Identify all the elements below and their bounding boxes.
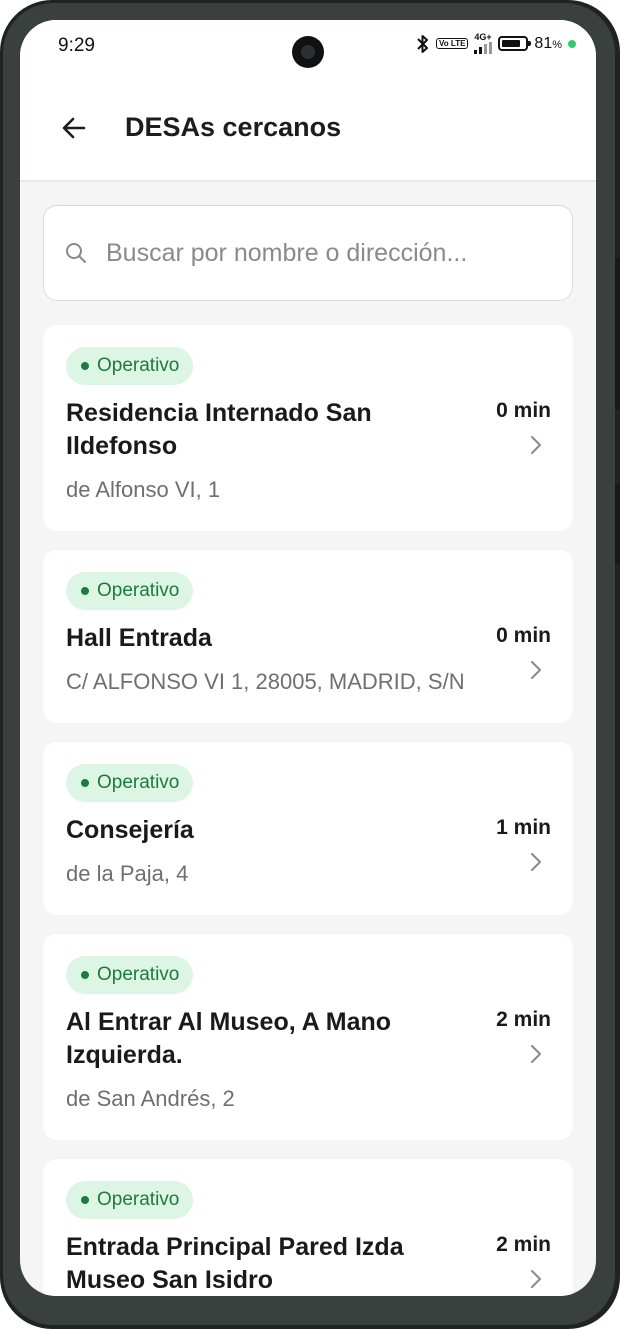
screen: 9:29 Vo LTE 4G+ 81% DESAs cercanos Busca… [20, 20, 596, 1296]
desa-card[interactable]: Operativo Entrada Principal Pared Izda Mu… [43, 1159, 573, 1296]
desa-name: Residencia Internado San Ildefonso [66, 399, 372, 460]
power-button [615, 484, 620, 564]
desa-address: de San Andrés, 2 [66, 1086, 235, 1111]
chevron-right-icon [531, 436, 541, 454]
app-bar: DESAs cercanos [20, 82, 596, 182]
battery-icon [498, 36, 532, 51]
battery-level [502, 40, 521, 47]
status-badge: Operativo [66, 1181, 194, 1219]
volume-button [615, 258, 620, 410]
volte-badge: Vo LTE [436, 38, 469, 49]
desa-card[interactable]: Operativo Consejería de la Paja, 4 1 min [43, 742, 573, 915]
back-arrow-icon[interactable] [58, 112, 90, 144]
phone-frame: 9:29 Vo LTE 4G+ 81% DESAs cercanos Busca… [0, 0, 620, 1329]
desa-card[interactable]: Operativo Hall Entrada C/ ALFONSO VI 1, 28… [43, 550, 573, 723]
walk-time: 2 min [496, 1233, 551, 1256]
search-box[interactable] [43, 205, 573, 301]
desa-name: Entrada Principal Pared Izda Museo San I… [66, 1233, 404, 1294]
chevron-right-icon [531, 1270, 541, 1288]
search-input[interactable] [104, 228, 554, 278]
status-dot [81, 971, 89, 979]
status-badge: Operativo [66, 572, 194, 610]
status-bar: 9:29 Vo LTE 4G+ 81% [20, 20, 596, 82]
status-icons: Vo LTE 4G+ 81% [416, 33, 576, 54]
desa-name: Consejería [66, 816, 194, 844]
status-label: Operativo [97, 1189, 180, 1210]
status-time: 9:29 [58, 35, 95, 56]
status-label: Operativo [97, 580, 180, 601]
desa-address: de la Paja, 4 [66, 861, 189, 886]
status-badge: Operativo [66, 764, 194, 802]
status-badge: Operativo [66, 956, 194, 994]
status-dot [81, 587, 89, 595]
front-camera [292, 36, 324, 68]
search-icon [66, 243, 86, 263]
status-label: Operativo [97, 964, 180, 985]
desa-card[interactable]: Operativo Residencia Internado San Ildefo… [43, 325, 573, 531]
desa-list: Operativo Residencia Internado San Ildefo… [43, 325, 573, 1296]
status-badge: Operativo [66, 347, 194, 385]
walk-time: 1 min [496, 816, 551, 839]
status-label: Operativo [97, 772, 180, 793]
desa-address: de Alfonso VI, 1 [66, 477, 221, 502]
walk-time: 2 min [496, 1008, 551, 1031]
chevron-right-icon [531, 1045, 541, 1063]
status-dot [81, 779, 89, 787]
signal-icon: 4G+ [474, 32, 493, 54]
walk-time: 0 min [496, 624, 551, 647]
chevron-right-icon [531, 661, 541, 679]
battery-percent: 81% [534, 34, 562, 52]
desa-address: C/ ALFONSO VI 1, 28005, MADRID, S/N [66, 669, 465, 694]
privacy-indicator-dot [568, 39, 576, 48]
status-dot [81, 362, 89, 370]
walk-time: 0 min [496, 399, 551, 422]
desa-card[interactable]: Operativo Al Entrar Al Museo, A Mano Izqu… [43, 934, 573, 1140]
desa-name: Al Entrar Al Museo, A Mano Izquierda. [66, 1008, 392, 1069]
status-label: Operativo [97, 355, 180, 376]
bluetooth-icon [417, 34, 429, 53]
desa-name: Hall Entrada [66, 624, 212, 652]
chevron-right-icon [531, 853, 541, 871]
network-type: 4G+ [474, 32, 492, 42]
status-dot [81, 1196, 89, 1204]
page-title: DESAs cercanos [125, 112, 342, 142]
